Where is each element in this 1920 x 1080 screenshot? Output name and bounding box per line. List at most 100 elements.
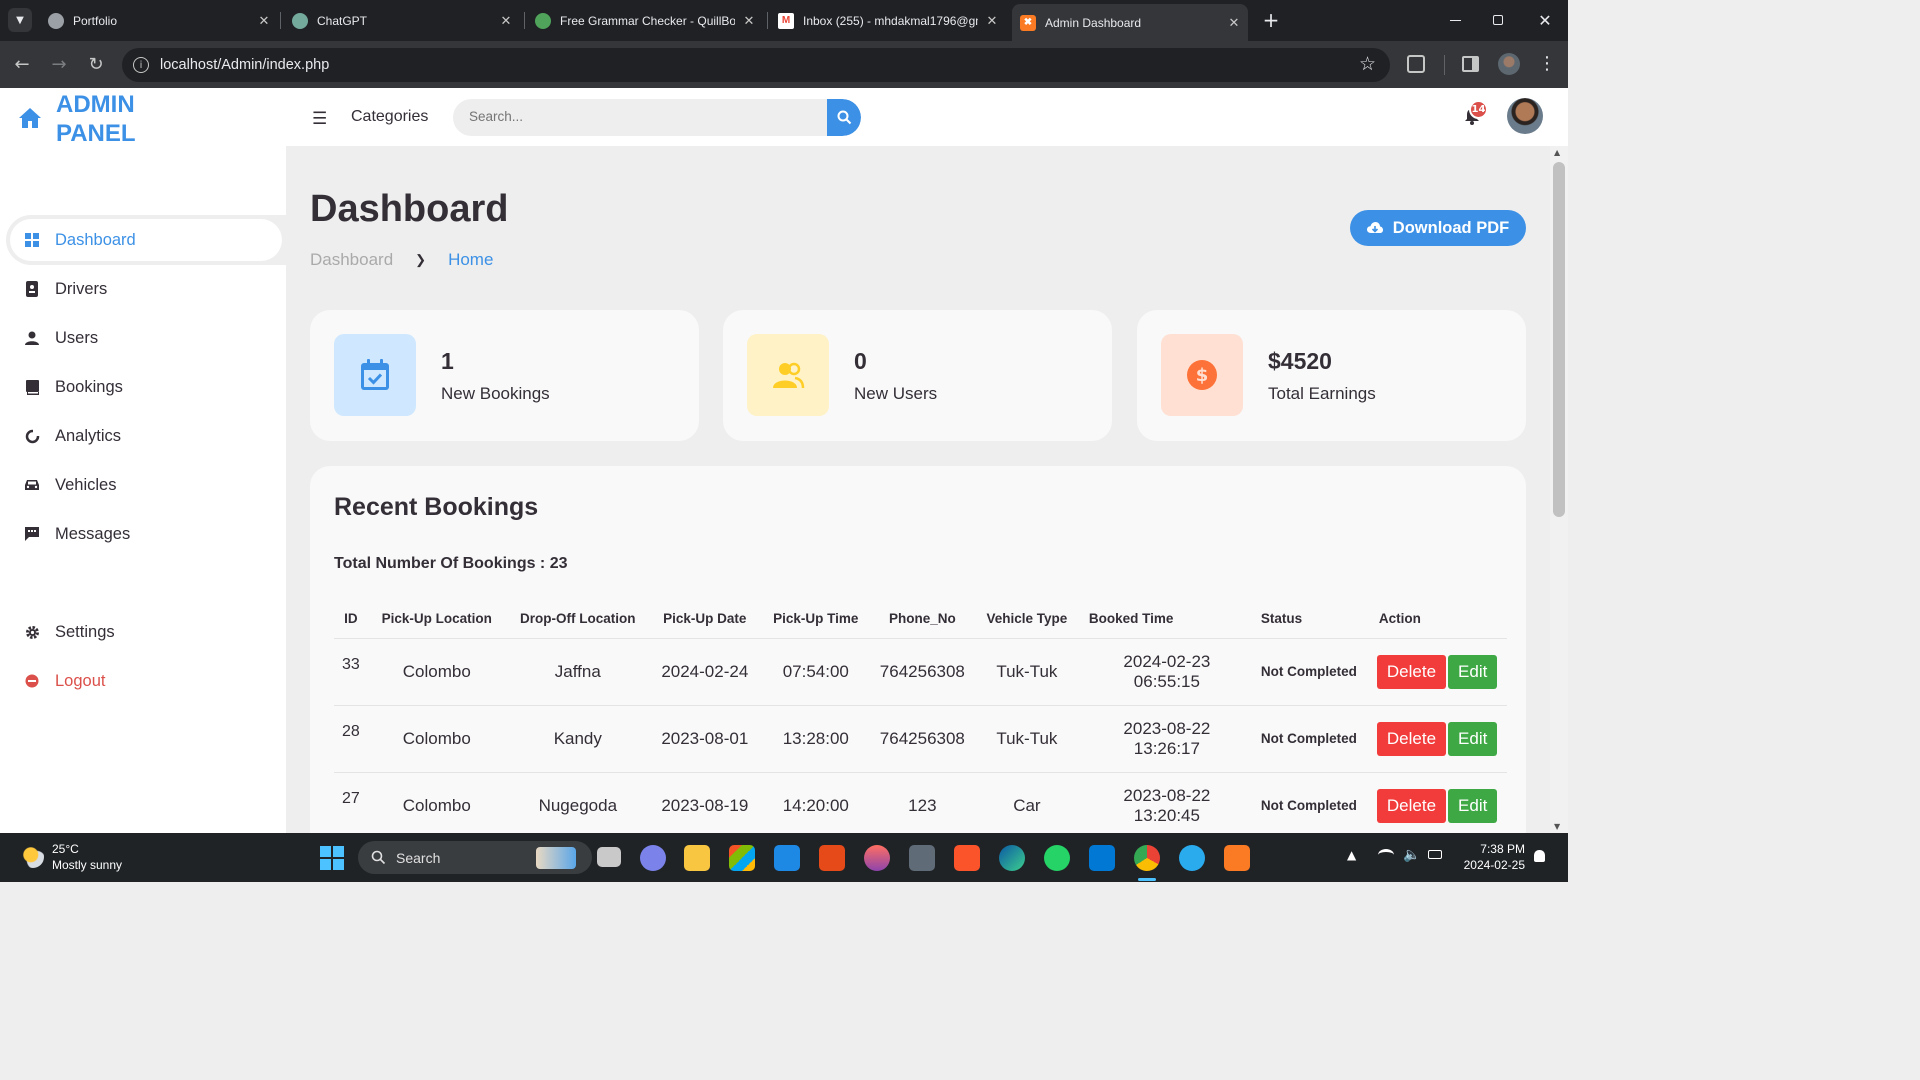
scroll-up-arrow-icon[interactable]: ▲ [1554, 148, 1560, 157]
close-window-button[interactable]: ✕ [1530, 8, 1560, 32]
close-icon[interactable]: ✕ [256, 13, 272, 29]
table-row: 33 Colombo Jaffna 2024-02-24 07:54:00 76… [334, 638, 1507, 706]
restore-button[interactable] [1483, 10, 1513, 30]
search-button[interactable] [827, 99, 861, 136]
edge-icon[interactable] [999, 845, 1025, 871]
search-icon [837, 110, 851, 125]
page-scrollbar[interactable]: ▲ ▼ [1550, 146, 1568, 833]
search-input[interactable] [469, 109, 809, 124]
sidebar-item-drivers[interactable]: Drivers [10, 269, 280, 309]
sidebar: ADMIN PANEL Dashboard Drivers Users Book… [0, 88, 286, 833]
book-icon [22, 377, 42, 397]
menu-kebab-icon[interactable]: ⋮ [1538, 53, 1556, 75]
office-icon[interactable] [819, 845, 845, 871]
back-button[interactable]: ← [11, 53, 33, 75]
file-explorer-icon[interactable] [684, 845, 710, 871]
minimize-button[interactable] [1440, 10, 1470, 30]
column-header: ID [334, 600, 368, 639]
edit-button[interactable]: Edit [1448, 654, 1498, 689]
mail-icon[interactable] [774, 845, 800, 871]
close-icon[interactable]: ✕ [741, 13, 757, 29]
notification-center-icon[interactable] [1534, 850, 1545, 862]
column-header: Vehicle Type [972, 600, 1081, 639]
delete-button[interactable]: Delete [1376, 654, 1447, 689]
wifi-icon[interactable] [1378, 849, 1394, 861]
sidebar-item-analytics[interactable]: Analytics [10, 416, 280, 456]
sidebar-item-users[interactable]: Users [10, 318, 280, 358]
teams-icon[interactable] [640, 845, 666, 871]
reload-button[interactable]: ↻ [85, 53, 107, 75]
column-header: Status [1252, 600, 1373, 639]
close-icon[interactable]: ✕ [984, 13, 1000, 29]
sidebar-item-settings[interactable]: Settings [10, 612, 280, 652]
forward-button[interactable]: → [48, 53, 70, 75]
sidebar-item-label: Bookings [55, 377, 123, 396]
whatsapp-icon[interactable] [1044, 845, 1070, 871]
bookings-table: ID Pick-Up Location Drop-Off Location Pi… [334, 600, 1507, 833]
paint-drop-icon[interactable] [864, 845, 890, 871]
site-info-icon[interactable]: i [133, 57, 149, 73]
delete-button[interactable]: Delete [1376, 721, 1447, 756]
task-view-icon[interactable] [597, 847, 621, 867]
clock-date[interactable]: 2024-02-25 [1464, 858, 1525, 872]
start-button[interactable] [320, 846, 344, 870]
scroll-down-arrow-icon[interactable]: ▼ [1554, 822, 1560, 831]
side-panel-icon[interactable] [1462, 56, 1479, 72]
cell-date: 2024-02-24 [649, 638, 760, 706]
telegram-icon[interactable] [1179, 845, 1205, 871]
tab-search-button[interactable]: ▼ [8, 8, 32, 32]
top-navbar: ☰ Categories 14 [286, 88, 1568, 146]
microsoft-store-icon[interactable] [729, 845, 755, 871]
camera-icon[interactable] [909, 845, 935, 871]
edit-button[interactable]: Edit [1448, 788, 1498, 823]
tab-gmail[interactable]: M Inbox (255) - mhdakmal1796@gmail.com ✕ [778, 0, 1000, 41]
breadcrumb-dashboard[interactable]: Dashboard [310, 250, 393, 270]
tab-chatgpt[interactable]: ChatGPT ✕ [292, 0, 514, 41]
tab-portfolio[interactable]: Portfolio ✕ [48, 0, 272, 41]
sidebar-item-messages[interactable]: Messages [10, 514, 280, 554]
tab-quillbot[interactable]: Free Grammar Checker - QuillBot ✕ [535, 0, 757, 41]
battery-icon[interactable] [1428, 850, 1442, 859]
taskbar-search[interactable]: Search [358, 841, 592, 874]
taskbar-search-label: Search [396, 850, 441, 866]
clock-time[interactable]: 7:38 PM [1480, 842, 1525, 856]
id-card-icon [22, 279, 42, 299]
column-header: Pick-Up Location [367, 600, 506, 639]
chrome-icon[interactable] [1134, 845, 1160, 871]
logout-icon [22, 671, 42, 691]
profile-avatar[interactable] [1498, 53, 1520, 75]
brand[interactable]: ADMIN PANEL [18, 90, 196, 148]
xampp-icon[interactable] [1224, 845, 1250, 871]
vscode-icon[interactable] [1089, 845, 1115, 871]
chatgpt-icon [292, 12, 308, 29]
delete-button[interactable]: Delete [1376, 788, 1447, 823]
user-avatar[interactable] [1507, 98, 1543, 134]
sidebar-item-logout[interactable]: Logout [10, 661, 280, 701]
extensions-icon[interactable] [1407, 55, 1425, 73]
table-row: 28 Colombo Kandy 2023-08-01 13:28:00 764… [334, 705, 1507, 773]
sidebar-item-bookings[interactable]: Bookings [10, 367, 280, 407]
edit-button[interactable]: Edit [1448, 721, 1498, 756]
cell-pickup: Colombo [367, 772, 506, 833]
sidebar-item-vehicles[interactable]: Vehicles [10, 465, 280, 505]
weather-sun-icon[interactable] [22, 846, 44, 868]
brand-title: ADMIN PANEL [56, 91, 136, 147]
sidebar-item-dashboard[interactable]: Dashboard [6, 215, 286, 265]
search-form [453, 99, 861, 136]
bookmark-star-icon[interactable]: ☆ [1359, 53, 1376, 75]
column-header: Phone_No [871, 600, 973, 639]
close-icon[interactable]: ✕ [498, 13, 514, 29]
scrollbar-thumb[interactable] [1553, 162, 1565, 517]
chevron-up-icon[interactable]: ▲ [1347, 848, 1356, 862]
brave-icon[interactable] [954, 845, 980, 871]
breadcrumb-home[interactable]: Home [448, 250, 493, 270]
hamburger-menu-icon[interactable]: ☰ [312, 109, 327, 129]
close-icon[interactable]: ✕ [1226, 15, 1242, 31]
categories-link[interactable]: Categories [351, 108, 428, 126]
new-tab-button[interactable]: + [1260, 8, 1282, 32]
tab-admin-dashboard[interactable]: ✖ Admin Dashboard ✕ [1012, 4, 1248, 41]
volume-icon[interactable]: 🔈 [1403, 847, 1420, 863]
cell-action: Delete Edit [1372, 705, 1507, 773]
address-bar[interactable]: i localhost/Admin/index.php ☆ [122, 48, 1390, 82]
download-pdf-button[interactable]: Download PDF [1350, 210, 1526, 246]
